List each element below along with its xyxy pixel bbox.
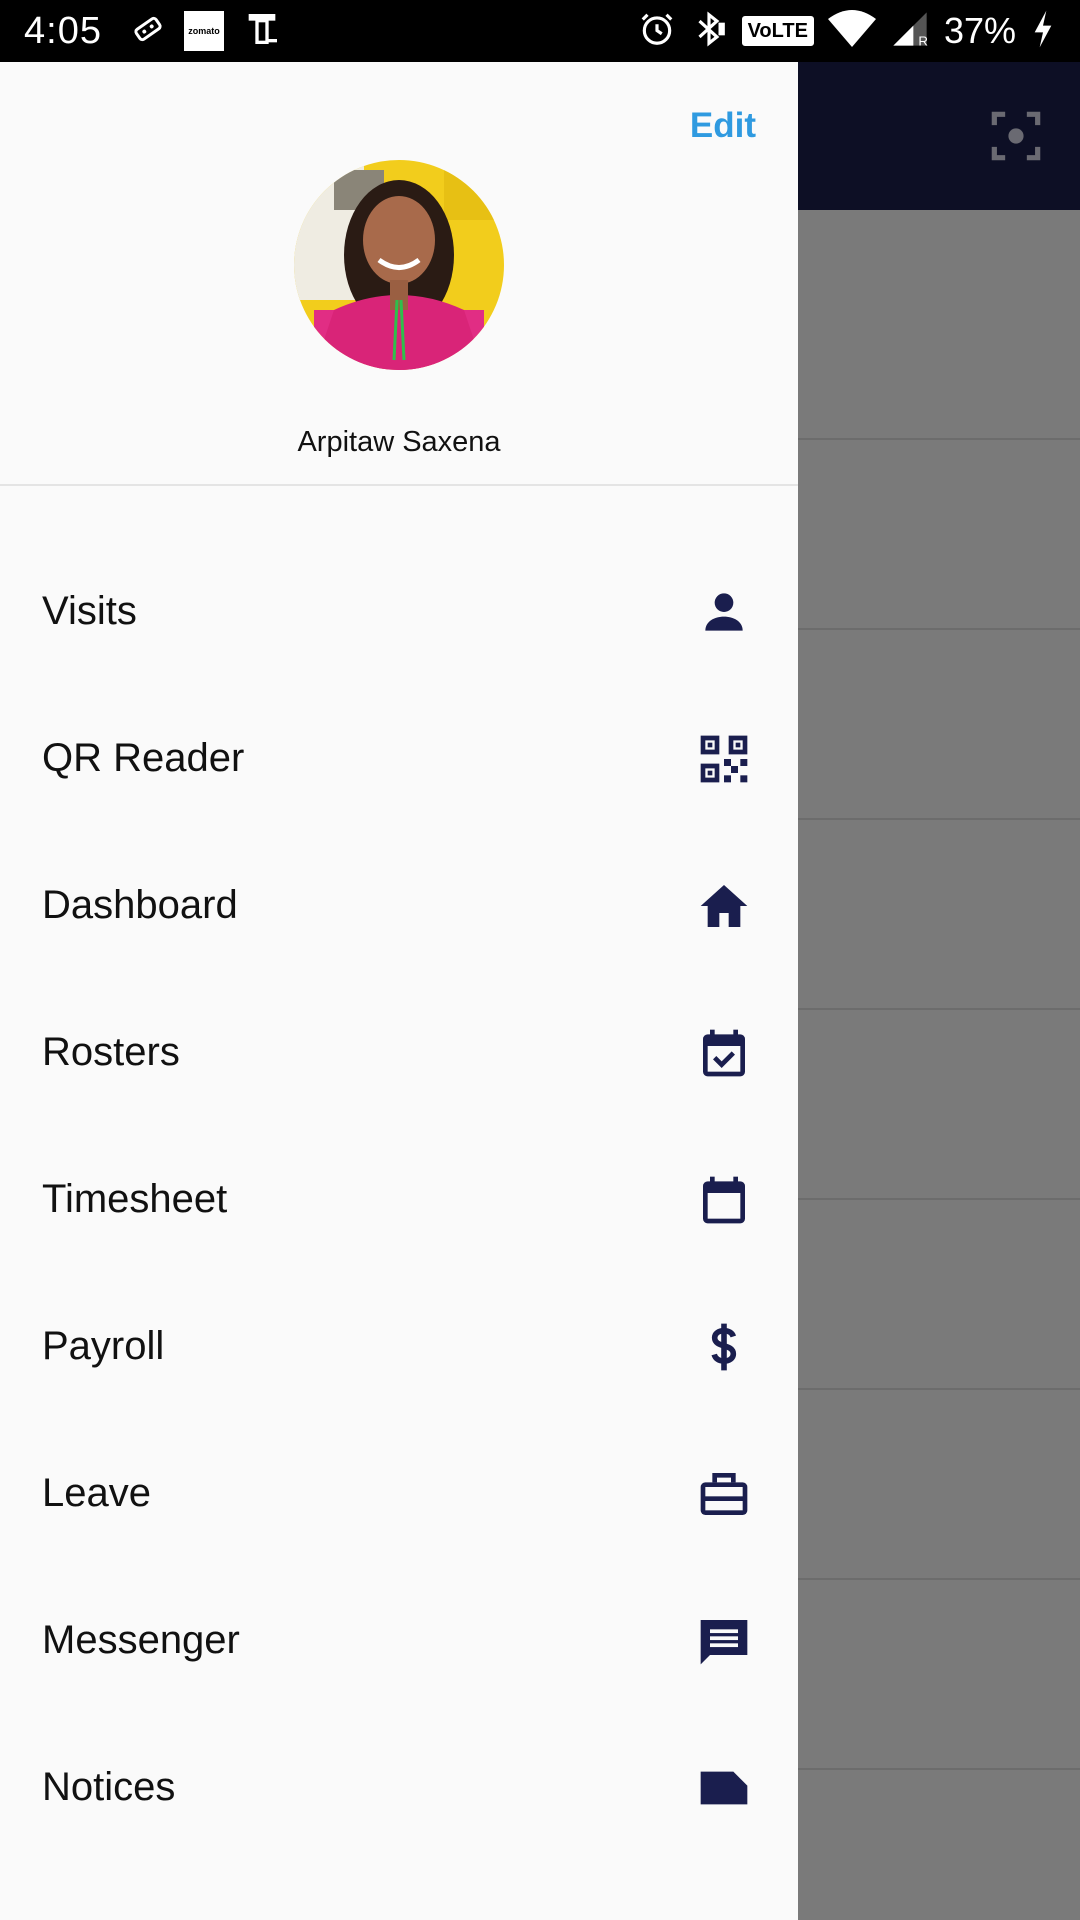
dollar-icon [692,1315,756,1379]
status-time: 4:05 [24,9,102,52]
home-icon [692,874,756,938]
menu-item-label: Payroll [42,1324,165,1368]
zomato-icon: zomato [183,11,224,51]
edit-button[interactable]: Edit [690,106,756,146]
calendar-icon [692,1168,756,1232]
briefcase-icon [692,1462,756,1526]
menu-item-notices[interactable]: Notices [0,1714,798,1861]
menu-item-label: Dashboard [42,883,238,927]
menu-item-timesheet[interactable]: Timesheet [0,1126,798,1273]
menu-item-label: Notices [42,1765,176,1809]
menu-item-visits[interactable]: Visits [0,538,798,685]
menu-item-messenger[interactable]: Messenger [0,1567,798,1714]
navigation-drawer: Edit Arpitaw Saxena Visits QR Reader Das… [0,62,798,1920]
menu-item-label: Leave [42,1471,151,1515]
menu-item-label: QR Reader [42,736,245,780]
wifi-icon [827,9,876,54]
calendar-check-icon [692,1021,756,1085]
menu-item-qr-reader[interactable]: QR Reader [0,685,798,832]
bluetooth-icon [690,10,728,53]
note-icon [692,1756,756,1820]
profile-name: Arpitaw Saxena [297,426,501,458]
battery-level: 37% [943,10,1016,51]
menu-item-dashboard[interactable]: Dashboard [0,832,798,979]
signal-icon: R [890,9,930,54]
menu-item-label: Messenger [42,1618,240,1662]
person-icon [692,580,756,644]
system-icons: VoLTE R 37% [638,9,1056,54]
svg-text:R: R [918,33,928,48]
menu-item-rosters[interactable]: Rosters [0,979,798,1126]
drawer-menu: Visits QR Reader Dashboard Rosters Times… [0,538,798,1861]
notification-icons: zomato [130,9,282,54]
status-bar: 4:05 zomato VoLTE R 37% [0,0,1080,62]
menu-item-label: Rosters [42,1030,180,1074]
avatar[interactable] [294,160,504,370]
drawer-header: Edit Arpitaw Saxena [0,62,798,486]
delivery-icon [130,11,166,52]
message-icon [692,1609,756,1673]
menu-item-label: Timesheet [42,1177,228,1221]
menu-item-leave[interactable]: Leave [0,1420,798,1567]
volte-icon: VoLTE [741,16,814,46]
menu-item-label: Visits [42,589,137,633]
qr-code-icon [692,727,756,791]
alarm-icon [638,10,676,53]
battery-charging-icon [1030,9,1056,54]
scan-icon[interactable] [990,110,1042,162]
device-icon [242,9,282,54]
menu-item-payroll[interactable]: Payroll [0,1273,798,1420]
